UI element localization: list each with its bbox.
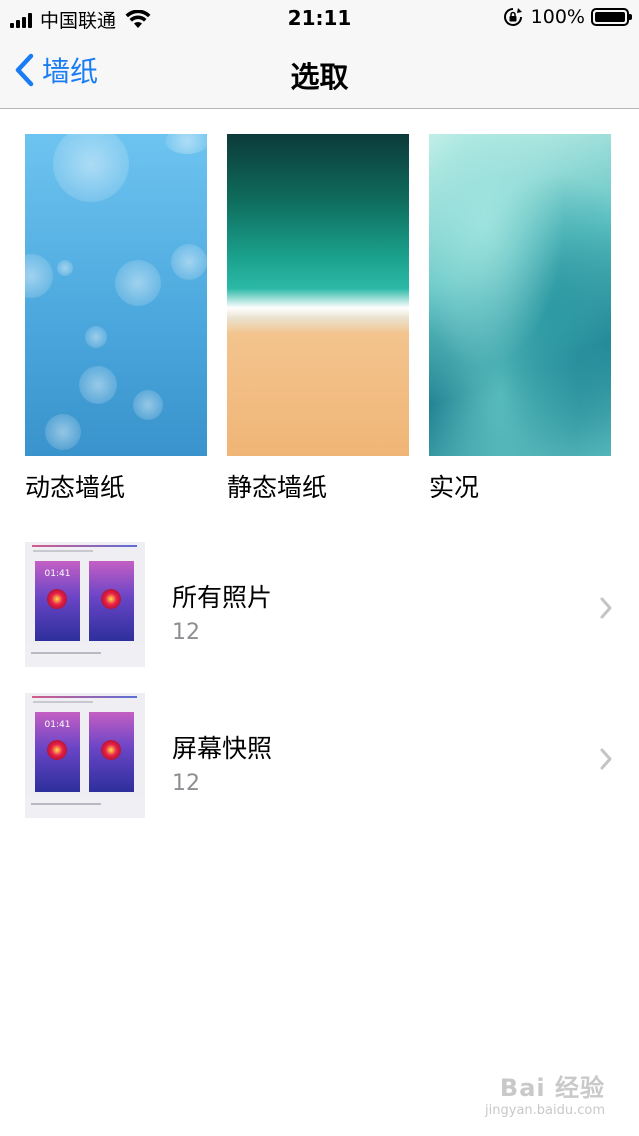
status-bar: 中国联通 21:11 100% [0, 0, 639, 40]
album-count: 12 [172, 620, 200, 645]
wallpaper-still-thumbnail [227, 134, 409, 456]
album-thumbnail-clock: 01:41 [44, 720, 71, 730]
wallpaper-dynamic[interactable]: 动态墙纸 [25, 134, 207, 504]
battery-icon [591, 8, 632, 26]
album-count: 12 [172, 771, 200, 796]
album-row-all-photos[interactable]: 01:41 所有照片 12 [0, 542, 639, 682]
wallpaper-dynamic-thumbnail [25, 134, 207, 456]
album-thumbnail-clock: 01:41 [44, 569, 71, 579]
battery-fill [595, 12, 625, 22]
rotation-lock-icon [503, 8, 522, 26]
chevron-right-icon [600, 597, 612, 619]
album-thumbnail: 01:41 [25, 542, 145, 667]
page-title: 选取 [290, 60, 349, 94]
album-row-screenshots[interactable]: 01:41 屏幕快照 12 [0, 693, 639, 833]
wallpaper-still[interactable]: 静态墙纸 [227, 134, 409, 504]
watermark-sub: jingyan.baidu.com [485, 1103, 605, 1118]
watermark: Bai 经验 jingyan.baidu.com [485, 1068, 605, 1118]
album-title: 所有照片 [172, 583, 273, 612]
status-right: 100% [503, 6, 632, 28]
wallpaper-still-label: 静态墙纸 [227, 473, 328, 502]
wallpaper-dynamic-label: 动态墙纸 [25, 473, 126, 502]
navigation-bar: 墙纸 选取 [0, 40, 639, 109]
watermark-main: Bai 经验 [499, 1074, 605, 1102]
album-title: 屏幕快照 [172, 734, 273, 763]
wallpaper-live[interactable]: 实况 [429, 134, 611, 504]
wallpaper-live-label: 实况 [429, 473, 480, 502]
wallpaper-live-thumbnail [429, 134, 611, 456]
album-thumbnail: 01:41 [25, 693, 145, 818]
chevron-right-icon [600, 748, 612, 770]
battery-percent: 100% [530, 6, 585, 28]
